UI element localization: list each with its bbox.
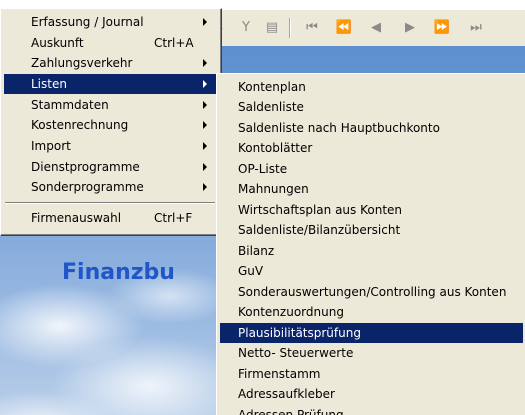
menu-item-label: Adressaufkleber <box>238 387 335 401</box>
document-icon[interactable]: ▤ <box>261 17 283 39</box>
menu-item-label: Sonderprogramme <box>31 180 144 194</box>
menu-item-label: Adressen Prüfung <box>238 408 344 415</box>
submenu-item-sonderauswertungen[interactable]: Sonderauswertungen/Controlling aus Konte… <box>220 282 523 302</box>
first-record-icon[interactable]: ⏮ <box>301 17 323 39</box>
submenu-arrow-icon <box>203 121 207 129</box>
submenu-item-guv[interactable]: GuV <box>220 261 523 281</box>
submenu-item-wirtschaftsplan[interactable]: Wirtschaftsplan aus Konten <box>220 200 523 220</box>
previous-icon[interactable]: ◀ <box>365 17 387 39</box>
menu-item-auskunft[interactable]: Auskunft Ctrl+A <box>4 33 216 53</box>
submenu-arrow-icon <box>203 18 207 26</box>
menu-item-label: Netto- Steuerwerte <box>238 346 354 360</box>
menu-item-label: Dienstprogramme <box>31 160 140 174</box>
menu-item-label: Listen <box>31 77 67 91</box>
submenu-arrow-icon <box>203 183 207 191</box>
menu-item-label: Kontenplan <box>238 80 306 94</box>
submenu-item-op-liste[interactable]: OP-Liste <box>220 159 523 179</box>
submenu-item-netto-steuerwerte[interactable]: Netto- Steuerwerte <box>220 343 523 363</box>
menu-item-label: Zahlungsverkehr <box>31 56 133 70</box>
menu-item-dienstprogramme[interactable]: Dienstprogramme <box>4 157 216 177</box>
submenu-item-kontoblaetter[interactable]: Kontoblätter <box>220 138 523 158</box>
menu-item-label: Kontoblätter <box>238 141 313 155</box>
menu-item-label: Firmenauswahl <box>31 211 122 225</box>
menu-item-kostenrechnung[interactable]: Kostenrechnung <box>4 115 216 135</box>
rewind-icon[interactable]: ⏪ <box>333 17 355 39</box>
submenu-item-plausibilitaetspruefung[interactable]: Plausibilitätsprüfung <box>220 323 523 343</box>
menu-item-label: Plausibilitätsprüfung <box>238 326 361 340</box>
fast-forward-icon[interactable]: ⏩ <box>431 17 453 39</box>
application-window: ⇅ Y ▤ ⏮ ⏪ ◀ ▶ ⏩ ⏭ Finanzbu Erfassung / J… <box>0 0 525 415</box>
submenu-item-adressaufkleber[interactable]: Adressaufkleber <box>220 384 523 404</box>
submenu-item-saldenliste-nach-hauptbuchkonto[interactable]: Saldenliste nach Hauptbuchkonto <box>220 118 523 138</box>
submenu-item-mahnungen[interactable]: Mahnungen <box>220 179 523 199</box>
submenu-item-adressen-pruefung[interactable]: Adressen Prüfung <box>220 405 523 415</box>
menu-item-label: Wirtschaftsplan aus Konten <box>238 203 403 217</box>
submenu-item-saldenliste-bilanzuebersicht[interactable]: Saldenliste/Bilanzübersicht <box>220 220 523 240</box>
menu-item-label: GuV <box>238 264 264 278</box>
menu-item-erfassung-journal[interactable]: Erfassung / Journal <box>4 12 216 32</box>
menu-item-label: OP-Liste <box>238 162 288 176</box>
toolbar-separator <box>289 18 291 38</box>
menu-item-label: Sonderauswertungen/Controlling aus Konte… <box>238 285 507 299</box>
menu-item-label: Mahnungen <box>238 182 309 196</box>
next-icon[interactable]: ▶ <box>399 17 421 39</box>
toolbar: ⇅ Y ▤ ⏮ ⏪ ◀ ▶ ⏩ ⏭ <box>195 10 525 47</box>
submenu-item-bilanz[interactable]: Bilanz <box>220 241 523 261</box>
submenu-arrow-icon <box>203 142 207 150</box>
submenu-arrow-icon <box>203 101 207 109</box>
submenu-item-kontenzuordnung[interactable]: Kontenzuordnung <box>220 302 523 322</box>
menu-separator <box>5 202 215 204</box>
menu-item-zahlungsverkehr[interactable]: Zahlungsverkehr <box>4 53 216 73</box>
menu-item-label: Kostenrechnung <box>31 118 129 132</box>
filter-icon[interactable]: Y <box>235 17 257 39</box>
menu-item-label: Erfassung / Journal <box>31 15 144 29</box>
menu-item-label: Saldenliste <box>238 100 304 114</box>
last-record-icon[interactable]: ⏭ <box>465 17 487 39</box>
menu-item-listen[interactable]: Listen <box>4 74 216 94</box>
menu-item-sonderprogramme[interactable]: Sonderprogramme <box>4 177 216 197</box>
menu-item-label: Auskunft <box>31 36 84 50</box>
menu-item-label: Bilanz <box>238 244 275 258</box>
submenu-arrow-icon <box>203 59 207 67</box>
menu-item-label: Saldenliste/Bilanzübersicht <box>238 223 401 237</box>
menu-item-label: Saldenliste nach Hauptbuchkonto <box>238 121 440 135</box>
main-menu: Erfassung / Journal Auskunft Ctrl+A Zahl… <box>0 8 222 236</box>
menu-item-firmenauswahl[interactable]: Firmenauswahl Ctrl+F <box>4 208 216 228</box>
menu-item-stammdaten[interactable]: Stammdaten <box>4 95 216 115</box>
menu-item-label: Import <box>31 139 71 153</box>
submenu-arrow-icon <box>203 163 207 171</box>
menu-item-label: Stammdaten <box>31 98 109 112</box>
menu-item-label: Kontenzuordnung <box>238 305 344 319</box>
background-title: Finanzbu <box>62 260 175 285</box>
submenu-arrow-icon <box>203 80 207 88</box>
submenu-item-kontenplan[interactable]: Kontenplan <box>220 77 523 97</box>
listen-submenu: Kontenplan Saldenliste Saldenliste nach … <box>216 73 525 415</box>
menu-item-label: Firmenstamm <box>238 367 321 381</box>
submenu-item-firmenstamm[interactable]: Firmenstamm <box>220 364 523 384</box>
menu-item-shortcut: Ctrl+F <box>154 211 193 225</box>
menu-item-import[interactable]: Import <box>4 136 216 156</box>
submenu-item-saldenliste[interactable]: Saldenliste <box>220 97 523 117</box>
menu-item-shortcut: Ctrl+A <box>154 36 194 50</box>
